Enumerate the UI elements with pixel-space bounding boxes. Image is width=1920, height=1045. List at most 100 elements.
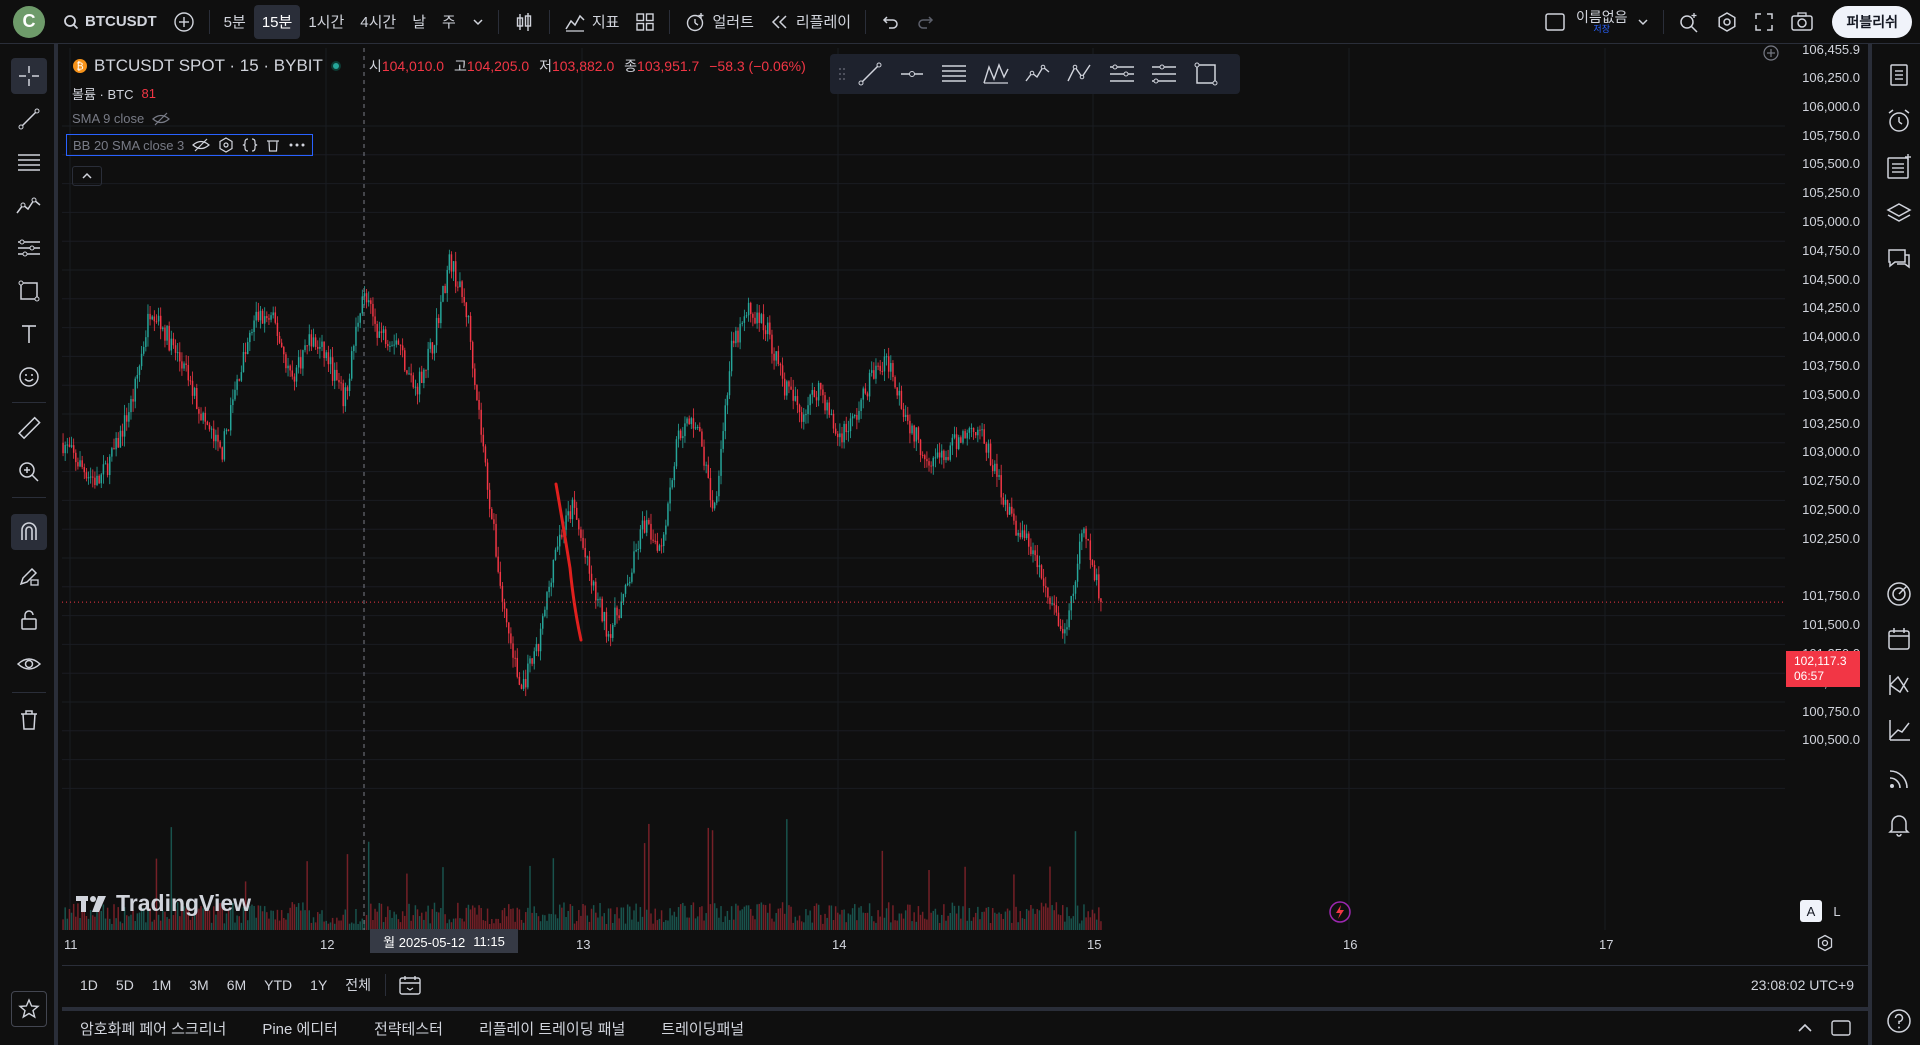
drag-handle-icon[interactable]	[838, 66, 846, 82]
interval-5m[interactable]: 5분	[216, 5, 254, 39]
ruler-tool[interactable]	[11, 411, 47, 447]
fullscreen-button[interactable]	[1746, 5, 1782, 39]
calendar-button[interactable]	[1882, 622, 1916, 656]
range-all[interactable]: 전체	[345, 975, 371, 995]
auto-scale-button[interactable]: A	[1800, 900, 1822, 922]
eye-off-icon[interactable]	[152, 112, 171, 126]
log-scale-button[interactable]: L	[1826, 900, 1848, 922]
snapshot-button[interactable]	[1782, 5, 1822, 39]
calendar-range-icon[interactable]	[398, 974, 422, 996]
interval-dropdown[interactable]	[464, 5, 492, 39]
templates-button[interactable]	[627, 5, 663, 39]
object-tree-button[interactable]	[1882, 196, 1916, 230]
price-chart[interactable]	[62, 48, 1785, 930]
braces-icon[interactable]	[242, 137, 258, 153]
float-abc-button[interactable]	[1062, 57, 1098, 91]
hide-drawings-tool[interactable]	[11, 646, 47, 682]
tab-crypto-screener[interactable]: 암호화폐 페어 스크리너	[80, 1018, 226, 1039]
sma-indicator-row[interactable]: SMA 9 close	[72, 111, 171, 126]
crosshair-tool[interactable]	[11, 58, 47, 94]
float-fib-button[interactable]	[936, 57, 972, 91]
notifications-button[interactable]	[1882, 808, 1916, 842]
tab-pine-editor[interactable]: Pine 에디터	[262, 1018, 338, 1039]
tab-strategy-tester[interactable]: 전략테스터	[374, 1018, 443, 1039]
candle-body	[788, 381, 790, 387]
range-6m[interactable]: 6M	[227, 977, 246, 993]
float-pattern-button[interactable]	[978, 57, 1014, 91]
fib-tool[interactable]	[11, 144, 47, 180]
shapes-tool[interactable]	[11, 273, 47, 309]
zoom-tool[interactable]	[11, 454, 47, 490]
symbol-search-button[interactable]: BTCUSDT	[55, 5, 165, 39]
range-ytd[interactable]: YTD	[264, 977, 292, 993]
range-3m[interactable]: 3M	[189, 977, 208, 993]
chart-type-button[interactable]	[505, 5, 543, 39]
alert-button[interactable]: 얼러트	[676, 5, 761, 39]
data-window-button[interactable]	[1882, 150, 1916, 184]
layout-menu-button[interactable]: 이름없음 저장	[1536, 5, 1658, 39]
undo-button[interactable]	[872, 5, 908, 39]
more-dots-icon[interactable]	[288, 137, 306, 153]
remove-drawings-tool[interactable]	[11, 702, 47, 738]
user-avatar[interactable]: C	[13, 5, 45, 38]
chats-button[interactable]	[1882, 242, 1916, 276]
watchlist-button[interactable]	[1882, 58, 1916, 92]
range-1m[interactable]: 1M	[152, 977, 171, 993]
settings-button[interactable]	[1708, 5, 1746, 39]
technicals-button[interactable]	[1882, 714, 1916, 748]
compare-symbol-button[interactable]	[165, 5, 203, 39]
redo-button[interactable]	[908, 5, 944, 39]
emoji-tool[interactable]	[11, 359, 47, 395]
news-stream-button[interactable]	[1882, 762, 1916, 796]
lock-drawings-tool[interactable]	[11, 602, 47, 638]
favorites-button[interactable]	[11, 991, 47, 1027]
range-1d[interactable]: 1D	[80, 977, 98, 993]
forecast-tool[interactable]	[11, 230, 47, 266]
text-tool[interactable]	[11, 316, 47, 352]
float-projection-button[interactable]	[1146, 57, 1182, 91]
interval-1h[interactable]: 1시간	[300, 5, 352, 39]
tab-replay-trading[interactable]: 리플레이 트레이딩 패널	[479, 1018, 625, 1039]
symbol-title[interactable]: BTCUSDT SPOT · 15 · BYBIT	[94, 56, 323, 76]
magnet-tool[interactable]	[11, 514, 47, 550]
lightning-icon[interactable]	[1328, 900, 1352, 924]
float-elliott-button[interactable]	[1020, 57, 1056, 91]
add-alert-plus-icon[interactable]	[1762, 44, 1780, 62]
float-rectangle-button[interactable]	[1188, 57, 1224, 91]
range-5d[interactable]: 5D	[116, 977, 134, 993]
range-1y[interactable]: 1Y	[310, 977, 327, 993]
indicators-button[interactable]: 지표	[556, 5, 628, 39]
interval-4h[interactable]: 4시간	[352, 5, 404, 39]
replay-button[interactable]: 리플레이	[762, 5, 859, 39]
interval-week[interactable]: 주	[434, 5, 464, 39]
eye-off-icon[interactable]	[192, 138, 211, 152]
trash-icon[interactable]	[266, 137, 280, 153]
tradingview-logo[interactable]: TradingView	[76, 890, 251, 917]
gear-icon[interactable]	[218, 137, 234, 153]
maximize-panel-icon[interactable]	[1830, 1019, 1852, 1037]
chart-pane[interactable]	[62, 48, 1868, 1002]
price-axis[interactable]: 106,455.9 106,250.0 106,000.0 105,750.0 105,…	[1785, 42, 1868, 928]
help-button[interactable]	[1882, 1004, 1916, 1038]
float-forecast-button[interactable]	[1104, 57, 1140, 91]
float-trend-line-button[interactable]	[852, 57, 888, 91]
float-horizontal-ray-button[interactable]	[894, 57, 930, 91]
time-axis[interactable]: 11 12 13 14 15 16 17	[62, 930, 1785, 954]
quick-search-button[interactable]	[1670, 5, 1708, 39]
volume-indicator-row[interactable]: 볼륨 · BTC 81	[72, 84, 156, 103]
trend-line-tool[interactable]	[11, 101, 47, 137]
pine-screener-button[interactable]	[1882, 668, 1916, 702]
interval-15m[interactable]: 15분	[253, 4, 301, 39]
interval-day[interactable]: 날	[404, 5, 434, 39]
tab-trading-panel[interactable]: 트레이딩패널	[661, 1018, 744, 1039]
collapse-legend-button[interactable]	[72, 166, 102, 186]
chevron-up-icon[interactable]	[1796, 1021, 1814, 1035]
pattern-tool[interactable]	[11, 187, 47, 223]
alerts-panel-button[interactable]	[1882, 104, 1916, 138]
clock-timezone[interactable]: 23:08:02 UTC+9	[1751, 977, 1854, 993]
stay-drawing-tool[interactable]	[11, 558, 47, 594]
ideas-button[interactable]	[1882, 577, 1916, 611]
time-axis-settings-icon[interactable]	[1816, 934, 1834, 952]
bb-indicator-row[interactable]: BB 20 SMA close 3	[66, 134, 314, 156]
publish-button[interactable]: 퍼블리쉬	[1832, 5, 1912, 38]
